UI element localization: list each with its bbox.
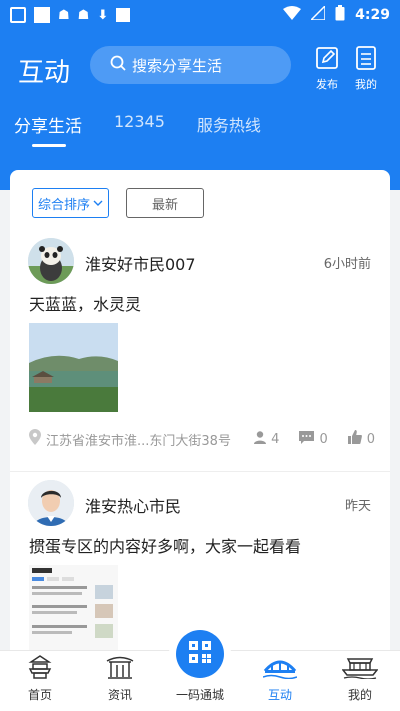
font-notification-icon	[116, 8, 131, 22]
search-input[interactable]: 搜索分享生活	[90, 46, 291, 84]
boat-icon	[341, 655, 379, 682]
location[interactable]: 江苏省淮安市淮...东门大街38号	[29, 429, 231, 449]
person-icon	[254, 430, 267, 448]
post-time: 6小时前	[323, 257, 371, 272]
nav-label: 互动	[267, 688, 292, 702]
bridge-icon	[262, 655, 298, 682]
battery-icon	[335, 5, 345, 25]
comments-button[interactable]: 0	[299, 430, 328, 448]
blank-notification-icon	[34, 7, 50, 23]
nav-label: 首页	[27, 688, 52, 702]
post-time: 昨天	[344, 499, 371, 514]
latest-button[interactable]: 最新	[126, 188, 204, 218]
search-icon	[110, 55, 126, 75]
notification-icons: ☗ ☗ ⬇	[10, 7, 131, 23]
thumbs-up-icon	[347, 430, 362, 448]
like-button[interactable]: 0	[347, 430, 375, 448]
qr-code-icon	[187, 639, 213, 669]
comments-count: 0	[319, 431, 328, 447]
header: 互动 搜索分享生活 发布 我的 分享生活 12345 服务热线	[0, 30, 400, 190]
edit-icon	[315, 46, 339, 73]
status-bar: ☗ ☗ ⬇ 4:29	[0, 0, 400, 30]
tab-12345[interactable]: 12345	[114, 112, 165, 147]
signal-icon	[309, 4, 326, 24]
divider	[10, 471, 390, 472]
post-image[interactable]	[29, 565, 118, 650]
filter-bar: 综合排序 最新	[32, 188, 204, 218]
tab-bar: 分享生活 12345 服务热线	[14, 112, 261, 147]
tab-share-life[interactable]: 分享生活	[14, 112, 82, 147]
post-text: 掼蛋专区的内容好多啊，大家一起看看	[29, 537, 302, 556]
page-title: 互动	[18, 58, 71, 88]
feed: 综合排序 最新 淮安好市民007 6小时前 天蓝蓝，水灵灵 江苏省淮安市淮...…	[10, 170, 390, 650]
comment-icon	[299, 430, 315, 448]
nav-news[interactable]: 资讯	[80, 651, 160, 711]
views-count: 4	[271, 431, 280, 447]
nav-label: 资讯	[107, 688, 132, 702]
mine-label: 我的	[355, 78, 377, 91]
my-posts-button[interactable]: 我的	[348, 46, 384, 92]
nav-label: 我的	[347, 688, 372, 702]
views-stat: 4	[254, 430, 280, 448]
document-icon	[355, 46, 377, 73]
nav-mine[interactable]: 我的	[320, 651, 400, 711]
post-meta: 江苏省淮安市淮...东门大街38号 4 0 0	[29, 429, 375, 449]
wifi-icon	[283, 6, 302, 24]
location-pin-icon	[29, 429, 41, 449]
system-status: 4:29	[283, 4, 390, 25]
likes-count: 0	[366, 431, 375, 447]
clock-text: 4:29	[355, 7, 390, 23]
tab-service-hotline[interactable]: 服务热线	[197, 112, 261, 147]
sort-label: 综合排序	[37, 197, 90, 213]
avatar[interactable]	[28, 480, 74, 526]
publish-label: 发布	[316, 78, 338, 91]
app-notification-icon: ☗	[58, 7, 70, 23]
image-notification-icon	[10, 7, 26, 23]
avatar[interactable]	[28, 238, 74, 284]
news-icon	[106, 655, 134, 682]
post-image[interactable]	[29, 323, 118, 412]
chevron-down-icon	[93, 196, 103, 211]
qr-code-button[interactable]	[169, 623, 231, 685]
app-notification-icon-2: ☗	[77, 7, 90, 23]
nav-interaction[interactable]: 互动	[240, 651, 320, 711]
nav-home[interactable]: 首页	[0, 651, 80, 711]
nav-label: 一码通城	[175, 688, 224, 702]
publish-button[interactable]: 发布	[309, 46, 345, 92]
home-icon	[27, 655, 53, 682]
download-icon: ⬇	[97, 7, 109, 23]
post-stats: 4 0 0	[254, 430, 375, 448]
search-placeholder: 搜索分享生活	[132, 56, 223, 75]
author-name[interactable]: 淮安热心市民	[85, 493, 181, 517]
sort-dropdown[interactable]: 综合排序	[32, 188, 109, 218]
qr-code-icon-bg	[176, 630, 224, 678]
location-text: 江苏省淮安市淮...东门大街38号	[46, 433, 231, 449]
post-text: 天蓝蓝，水灵灵	[29, 295, 142, 314]
author-name[interactable]: 淮安好市民007	[85, 251, 196, 275]
